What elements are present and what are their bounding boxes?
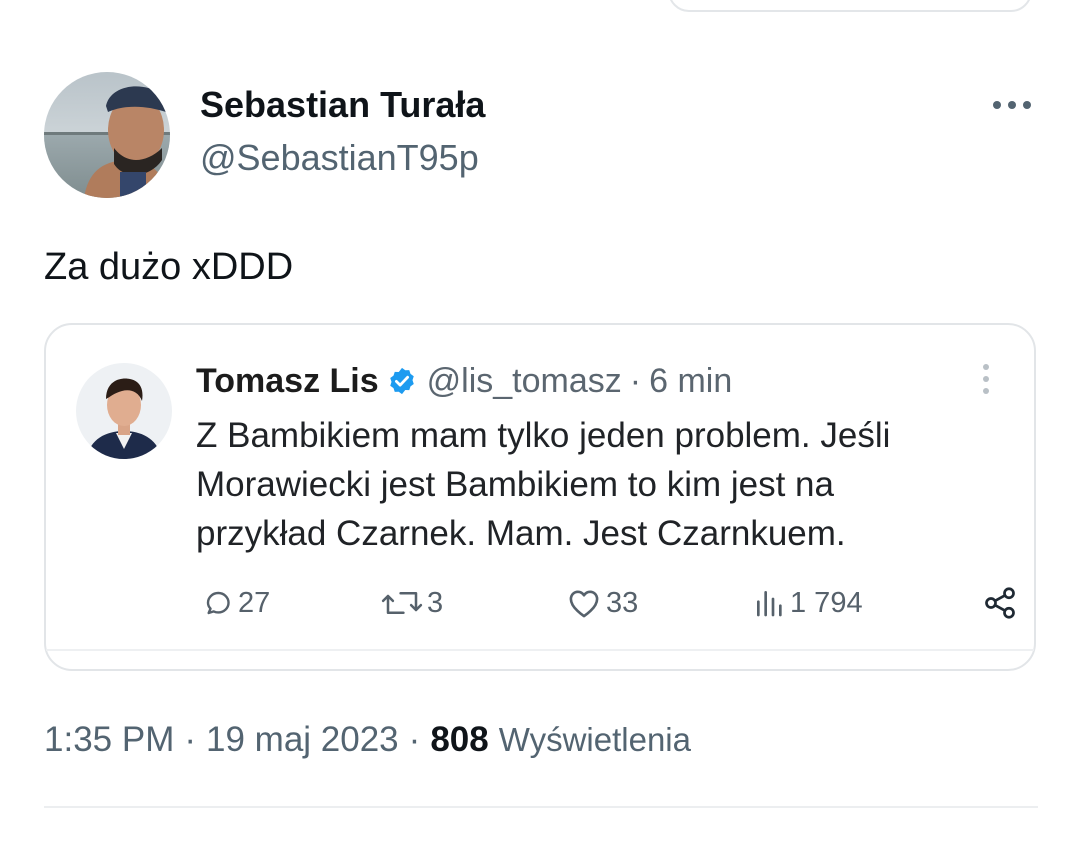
views-button[interactable]: 1 794 <box>752 583 863 623</box>
meta-separator: · <box>408 720 421 759</box>
author-photo <box>44 72 170 198</box>
tweet-detail-page: Sebastian Turała @SebastianT95p Za dużo … <box>0 0 1065 857</box>
reply-button[interactable]: 27 <box>202 583 270 623</box>
views-count[interactable]: 808 <box>430 720 488 760</box>
quote-text: Z Bambikiem mam tylko jeden problem. Jeś… <box>196 411 996 558</box>
bottom-divider <box>44 806 1038 808</box>
quote-time[interactable]: 6 min <box>649 362 732 401</box>
reply-icon <box>206 591 230 615</box>
quote-text-line: Z Bambikiem mam tylko jeden problem. Jeś… <box>196 416 891 455</box>
more-vertical-icon[interactable] <box>976 361 996 397</box>
tweet-date[interactable]: 19 maj 2023 <box>206 720 399 760</box>
tweet-timestamp[interactable]: 1:35 PM <box>44 720 174 760</box>
like-count: 33 <box>606 586 639 619</box>
retweet-icon <box>381 591 423 615</box>
quote-separator: · <box>629 361 642 400</box>
quote-author-name[interactable]: Tomasz Lis <box>196 362 379 401</box>
tweet-text: Za dużo xDDD <box>44 246 294 288</box>
meta-separator: · <box>184 720 197 759</box>
like-button[interactable]: 33 <box>566 583 638 623</box>
reply-count: 27 <box>238 586 271 619</box>
quoted-tweet-card[interactable]: Tomasz Lis @lis_tomasz · 6 min Z Bambiki… <box>44 323 1036 671</box>
quote-card-divider <box>46 649 1034 651</box>
verified-badge-icon <box>387 366 417 396</box>
views-chart-icon <box>757 591 782 617</box>
previous-card-edge <box>668 0 1032 12</box>
quote-header: Tomasz Lis @lis_tomasz · 6 min <box>196 361 732 401</box>
retweet-count: 3 <box>427 586 444 619</box>
author-name[interactable]: Sebastian Turała <box>200 84 485 126</box>
views-label[interactable]: Wyświetlenia <box>499 721 691 759</box>
share-button[interactable] <box>982 583 1018 623</box>
more-horizontal-icon <box>993 101 1031 109</box>
quote-author-handle[interactable]: @lis_tomasz <box>427 362 622 401</box>
quote-author-avatar[interactable] <box>76 363 172 459</box>
quote-action-bar: 27 3 33 1 794 <box>196 583 1015 623</box>
retweet-button[interactable]: 3 <box>381 583 443 623</box>
quote-text-line: przykład Czarnek. Mam. Jest Czarnkuem. <box>196 514 846 553</box>
tweet-meta: 1:35 PM · 19 maj 2023 · 808 Wyświetlenia <box>44 718 691 762</box>
share-icon <box>985 587 1015 619</box>
author-handle[interactable]: @SebastianT95p <box>200 137 479 179</box>
quote-text-line: Morawiecki jest Bambikiem to kim jest na <box>196 465 834 504</box>
author-avatar[interactable] <box>44 72 170 198</box>
views-count-quote: 1 794 <box>790 586 863 619</box>
heart-icon <box>569 590 599 618</box>
quote-author-photo <box>76 363 172 459</box>
more-options-button[interactable] <box>990 90 1034 120</box>
